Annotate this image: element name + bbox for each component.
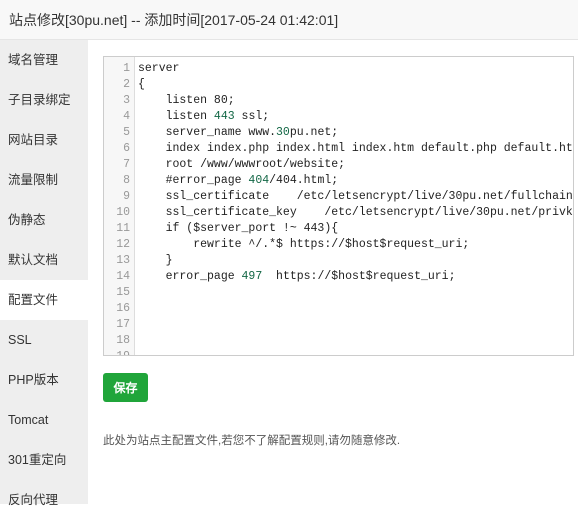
line-number: 7: [123, 158, 130, 171]
code-text: server: [138, 62, 180, 75]
code-line[interactable]: 18: [104, 333, 573, 349]
save-button[interactable]: 保存: [103, 373, 148, 402]
code-text: rewrite ^/.*$ https://$host$request_uri;: [138, 238, 470, 251]
code-text: #error_page 404/404.html;: [138, 174, 339, 187]
sidebar-item[interactable]: SSL: [0, 320, 88, 360]
code-line[interactable]: 8 #error_page 404/404.html;: [104, 173, 573, 189]
sidebar-item[interactable]: 网站目录: [0, 120, 88, 160]
line-number: 12: [116, 238, 130, 251]
code-text: }: [138, 254, 173, 267]
code-line[interactable]: 3 listen 80;: [104, 93, 573, 109]
line-number: 18: [116, 334, 130, 347]
code-text: server_name www.30pu.net;: [138, 126, 339, 139]
code-line[interactable]: 7 root /www/wwwroot/website;: [104, 157, 573, 173]
sidebar-item[interactable]: 流量限制: [0, 160, 88, 200]
code-line[interactable]: 10 ssl_certificate_key /etc/letsencrypt/…: [104, 205, 574, 221]
code-line[interactable]: 12 rewrite ^/.*$ https://$host$request_u…: [104, 237, 573, 253]
code-text: listen 443 ssl;: [138, 110, 270, 123]
sidebar-item[interactable]: PHP版本: [0, 360, 88, 400]
line-number: 6: [123, 142, 130, 155]
code-text: ssl_certificate_key /etc/letsencrypt/liv…: [138, 206, 574, 219]
code-line[interactable]: 14 error_page 497 https://$host$request_…: [104, 269, 573, 285]
line-number: 16: [116, 302, 130, 315]
config-note: 此处为站点主配置文件,若您不了解配置规则,请勿随意修改.: [103, 435, 401, 447]
code-line[interactable]: 5 server_name www.30pu.net;: [104, 125, 573, 141]
config-editor[interactable]: 1 server 2{3 listen 80; 4 listen 443 ssl; 5 …: [103, 56, 574, 356]
code-line[interactable]: 9 ssl_certificate /etc/letsencrypt/live/…: [104, 189, 574, 205]
code-line[interactable]: 19: [104, 349, 573, 355]
sidebar-item[interactable]: Tomcat: [0, 400, 88, 440]
line-number: 3: [123, 94, 130, 107]
code-text: listen 80;: [138, 94, 235, 107]
line-number: 1: [123, 62, 130, 75]
code-line[interactable]: 16: [104, 301, 573, 317]
line-number: 2: [123, 78, 130, 91]
code-text: {: [138, 78, 145, 91]
code-text: ssl_certificate /etc/letsencrypt/live/30…: [138, 190, 574, 203]
code-text: index index.php index.html index.htm def…: [165, 142, 574, 155]
sidebar-item[interactable]: 301重定向: [0, 440, 88, 480]
line-number: 10: [116, 206, 130, 219]
code-line[interactable]: 13 }: [104, 253, 573, 269]
sidebar-item[interactable]: 伪静态: [0, 200, 88, 240]
window-title: 站点修改[30pu.net] -- 添加时间[2017-05-24 01:42:…: [0, 0, 578, 40]
sidebar: 域名管理 子目录绑定 网站目录 流量限制 伪静态 默认文档 配置文件 SSL PHP版本 Tomc…: [0, 40, 88, 507]
line-number: 15: [116, 286, 130, 299]
code-line[interactable]: 2{: [104, 77, 573, 93]
code-line[interactable]: 4 listen 443 ssl;: [104, 109, 573, 125]
sidebar-item[interactable]: 默认文档: [0, 240, 88, 280]
code-line[interactable]: 15: [104, 285, 573, 301]
line-number: 9: [123, 190, 130, 203]
sidebar-item[interactable]: 子目录绑定: [0, 80, 88, 120]
line-number: 19: [104, 349, 130, 355]
code-line[interactable]: 6 index index.php index.html index.htm d…: [104, 141, 574, 157]
line-number: 4: [123, 110, 130, 123]
code-line[interactable]: 11 if ($server_port !~ 443){: [104, 221, 573, 237]
sidebar-item[interactable]: 域名管理: [0, 40, 88, 80]
code-text: error_page 497 https://$host$request_uri…: [138, 270, 456, 283]
code-text: root /www/wwwroot/website;: [138, 158, 346, 171]
code-text: if ($server_port !~ 443){: [138, 222, 339, 235]
sidebar-item[interactable]: 反向代理: [0, 480, 88, 520]
sidebar-item[interactable]: 配置文件: [0, 280, 88, 320]
line-number: 17: [116, 318, 130, 331]
code-line[interactable]: 1 server: [104, 61, 573, 77]
line-number: 11: [116, 222, 130, 235]
line-number: 13: [116, 254, 130, 267]
code-line[interactable]: 17: [104, 317, 573, 333]
line-number: 8: [123, 174, 130, 187]
line-number: 14: [116, 270, 130, 283]
line-number: 5: [123, 126, 130, 139]
